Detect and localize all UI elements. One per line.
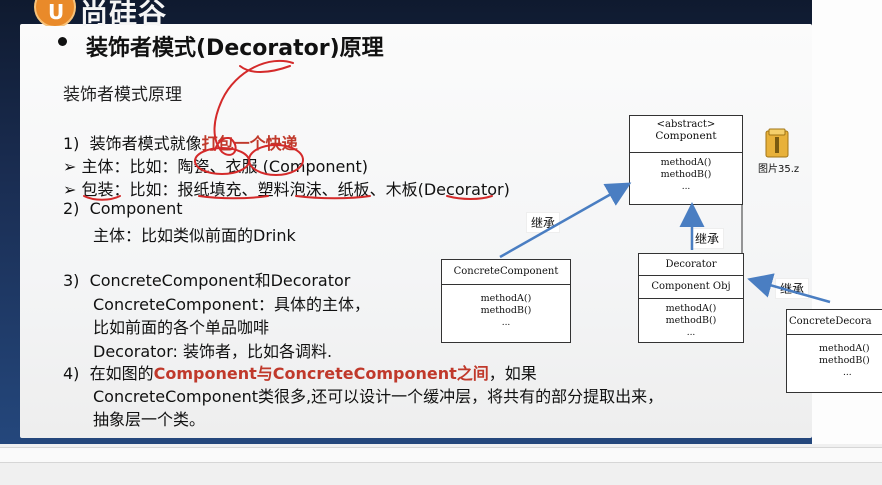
- underline-wood: [446, 195, 493, 200]
- annotation-layer: [83, 59, 831, 304]
- inherit-arrow: [499, 182, 632, 259]
- circle-clothes: [248, 144, 304, 176]
- splitter-grip-icon[interactable]: [395, 478, 405, 485]
- underline-wrap: [83, 195, 121, 201]
- inheritance-arrows: [499, 182, 831, 304]
- red-pen-annotations: [83, 59, 493, 201]
- horizontal-scrollbar[interactable]: [0, 447, 882, 463]
- underline-newspaper: [198, 195, 269, 200]
- inherit-arrow: [747, 273, 831, 304]
- annotation-curve: [213, 59, 294, 156]
- underline-foam: [295, 195, 371, 200]
